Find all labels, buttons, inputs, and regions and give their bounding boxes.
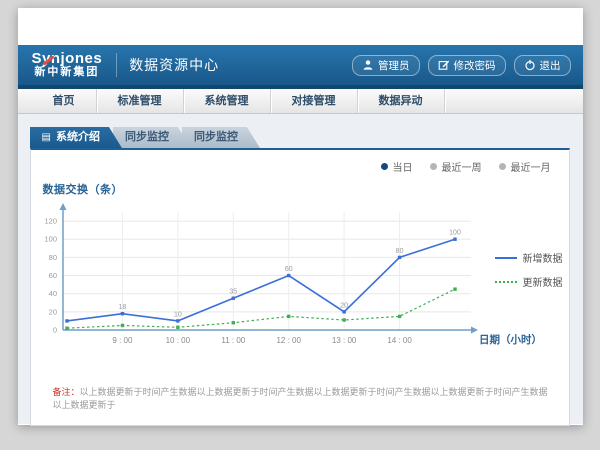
svg-text:100: 100 bbox=[449, 230, 461, 237]
admin-user-button[interactable]: 管理员 bbox=[352, 55, 420, 76]
solid-line-swatch bbox=[495, 257, 517, 259]
edit-icon bbox=[438, 59, 450, 71]
svg-text:14 : 00: 14 : 00 bbox=[387, 336, 412, 345]
time-range-filters: 当日 最近一周 最近一月 bbox=[31, 155, 569, 174]
svg-text:20: 20 bbox=[340, 302, 348, 309]
legend-updated-data: 更新数据 bbox=[495, 274, 563, 289]
radio-today[interactable]: 当日 bbox=[381, 159, 413, 174]
app-window: Synjones 新中新集团 数据资源中心 管理员 修改密码 退出 首页 标准 bbox=[18, 8, 583, 425]
svg-text:12 : 00: 12 : 00 bbox=[276, 336, 301, 345]
radio-dot bbox=[381, 163, 388, 170]
radio-last-month[interactable]: 最近一月 bbox=[499, 159, 551, 174]
nav-item-system-mgmt[interactable]: 系统管理 bbox=[184, 89, 271, 113]
svg-text:35: 35 bbox=[229, 289, 237, 296]
svg-text:40: 40 bbox=[48, 289, 56, 298]
y-axis-title: 数据交换（条） bbox=[43, 181, 569, 197]
svg-text:11 : 00: 11 : 00 bbox=[221, 336, 245, 345]
svg-text:100: 100 bbox=[44, 235, 57, 244]
chart-legend: 新增数据 更新数据 bbox=[495, 250, 563, 298]
chart-card: 当日 最近一周 最近一月 数据交换（条） 0 20 40 60 80 100 120 9 : … bbox=[30, 148, 570, 426]
tab-bar: 系统介绍 同步监控 同步监控 bbox=[30, 127, 583, 148]
logout-button[interactable]: 退出 bbox=[514, 55, 571, 76]
header: Synjones 新中新集团 数据资源中心 管理员 修改密码 退出 bbox=[18, 45, 583, 85]
footnote: 备注：以上数据更新于时间产生数据以上数据更新于时间产生数据以上数据更新于时间产生… bbox=[53, 386, 555, 411]
user-icon bbox=[362, 59, 374, 71]
main-nav: 首页 标准管理 系统管理 对接管理 数据异动 bbox=[18, 89, 583, 114]
header-divider bbox=[116, 53, 117, 77]
svg-text:80: 80 bbox=[395, 248, 403, 255]
line-chart: 0 20 40 60 80 100 120 9 : 00 10 : 00 11 : 00 12 : … bbox=[31, 198, 567, 362]
document-icon bbox=[42, 131, 56, 143]
svg-text:120: 120 bbox=[44, 217, 57, 226]
nav-item-integration-mgmt[interactable]: 对接管理 bbox=[271, 89, 358, 113]
svg-text:10: 10 bbox=[173, 311, 181, 318]
svg-text:9 : 00: 9 : 00 bbox=[112, 336, 133, 345]
footnote-label: 备注： bbox=[53, 387, 80, 397]
nav-item-standard-mgmt[interactable]: 标准管理 bbox=[97, 89, 184, 113]
chart-area: 0 20 40 60 80 100 120 9 : 00 10 : 00 11 : 00 12 : … bbox=[31, 198, 569, 362]
radio-dot bbox=[430, 163, 437, 170]
top-strip bbox=[18, 8, 583, 45]
power-icon bbox=[524, 59, 536, 71]
svg-text:80: 80 bbox=[48, 253, 56, 262]
svg-text:18: 18 bbox=[118, 304, 126, 311]
tab-sync-monitor-1[interactable]: 同步监控 bbox=[113, 127, 191, 148]
nav-item-data-change[interactable]: 数据异动 bbox=[358, 89, 445, 113]
svg-text:60: 60 bbox=[284, 266, 292, 273]
change-password-button[interactable]: 修改密码 bbox=[428, 55, 506, 76]
svg-text:日期（小时）: 日期（小时） bbox=[479, 333, 542, 346]
svg-text:13 : 00: 13 : 00 bbox=[331, 336, 356, 345]
svg-text:0: 0 bbox=[52, 326, 56, 335]
dotted-line-swatch bbox=[495, 281, 517, 283]
svg-text:20: 20 bbox=[48, 307, 56, 316]
tab-sync-monitor-2[interactable]: 同步监控 bbox=[182, 127, 260, 148]
logo-subtitle: 新中新集团 bbox=[32, 67, 103, 79]
svg-text:60: 60 bbox=[48, 271, 56, 280]
logo-name: Synjones bbox=[32, 51, 103, 67]
svg-text:10 : 00: 10 : 00 bbox=[165, 336, 190, 345]
company-logo: Synjones 新中新集团 bbox=[30, 49, 105, 80]
radio-last-week[interactable]: 最近一周 bbox=[430, 159, 482, 174]
nav-item-home[interactable]: 首页 bbox=[32, 89, 97, 113]
page-title: 数据资源中心 bbox=[129, 55, 219, 75]
tab-system-intro[interactable]: 系统介绍 bbox=[30, 127, 122, 148]
legend-new-data: 新增数据 bbox=[495, 250, 563, 265]
content-area: 系统介绍 同步监控 同步监控 当日 最近一周 bbox=[18, 114, 583, 424]
radio-dot bbox=[499, 163, 506, 170]
